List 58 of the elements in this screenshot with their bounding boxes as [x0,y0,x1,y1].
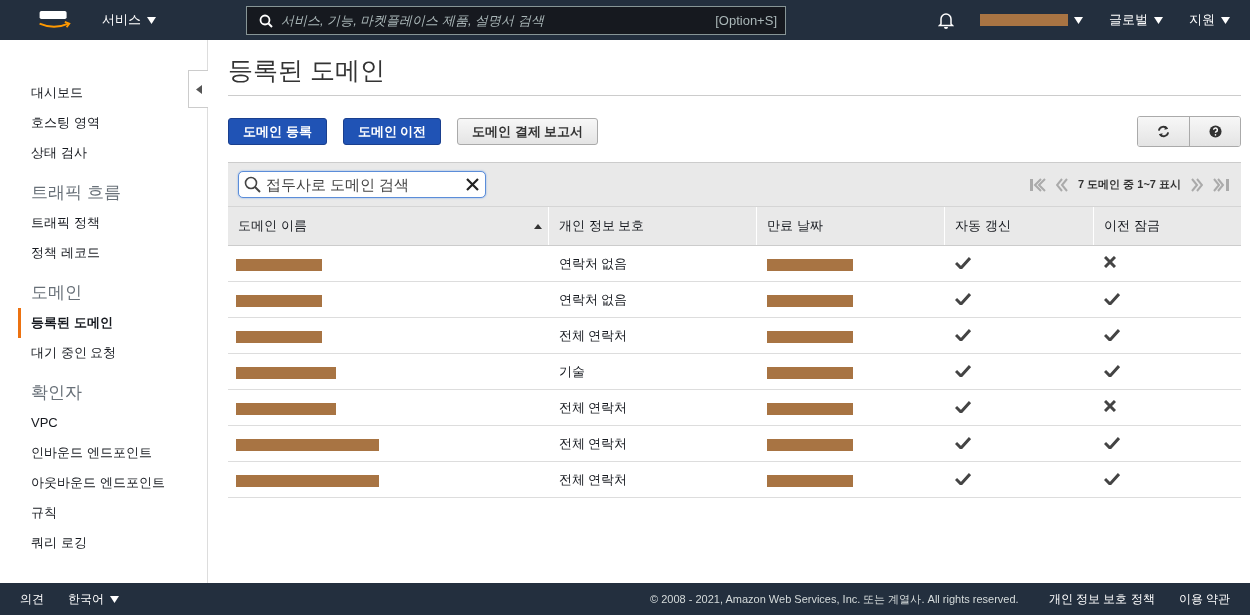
clear-icon[interactable] [466,178,479,191]
services-menu[interactable]: 서비스 [102,11,156,29]
table-cell: 기술 [548,353,757,390]
filter-field[interactable]: 접두사로 도메인 검색 [238,171,486,198]
collapse-sidebar-button[interactable] [188,70,208,108]
footer-link[interactable]: 이용 약관 [1178,590,1230,608]
table-cell: 전체 연락처 [548,389,757,426]
table-cell: 전체 연락처 [548,317,757,354]
column-header[interactable]: 만료 날짜 [756,206,945,246]
sidebar-item[interactable]: 호스팅 영역 [18,108,130,138]
help-icon [1208,125,1222,138]
column-header[interactable]: 이전 잠금 [1093,206,1241,246]
sidebar-item[interactable]: VPC [18,408,88,438]
shortcut-hint: [Option+S] [715,12,777,28]
sidebar-item[interactable]: 쿼리 로깅 [18,528,117,558]
sidebar-item[interactable]: 등록된 도메인 [18,308,143,338]
sidebar-item[interactable]: 아웃바운드 엔드포인트 [18,468,195,498]
caret-down-icon [147,16,156,24]
bell-icon[interactable] [938,11,954,29]
refresh-button[interactable] [1138,117,1189,146]
sidebar-item[interactable]: 인바운드 엔드포인트 [18,438,182,468]
search-icon [259,13,273,28]
table-cell: 전체 연락처 [548,425,757,462]
table-cell: 연락처 없음 [548,281,757,318]
refresh-icon [1157,125,1170,138]
sidebar-item[interactable]: 대기 중인 요청 [18,338,147,368]
sort-ascending-icon [534,224,542,229]
column-header[interactable]: 자동 갱신 [944,206,1094,246]
language-menu[interactable]: 한국어 [68,590,119,608]
sidebar-item[interactable]: 트래픽 정책 [18,208,130,238]
section-heading: 확인자 [30,382,83,404]
caret-down-icon [110,595,119,603]
caret-down-icon [1221,16,1230,24]
caret-down-icon [1154,16,1163,24]
table-cell: 전체 연락처 [548,461,757,498]
help-button[interactable] [1189,117,1240,146]
page-title: 등록된 도메인 [228,54,1241,96]
sidebar-item[interactable]: 대시보드 [18,78,113,108]
support-menu[interactable]: 지원 [1189,11,1230,29]
sidebar-item[interactable]: 상태 검사 [18,138,117,168]
caret-down-icon [1074,16,1083,24]
caret-left-icon [195,84,202,94]
column-header[interactable]: 개인 정보 보호 [548,206,757,246]
sidebar-item[interactable]: 규칙 [18,498,87,528]
region-menu[interactable]: 글로벌 [1109,11,1163,29]
section-heading: 트래픽 흐름 [30,182,122,204]
sidebar-item[interactable]: 정책 레코드 [18,238,130,268]
section-heading: 도메인 [30,282,83,304]
action-button[interactable]: 도메인 이전 [342,118,442,145]
feedback-link[interactable]: 의견 [20,590,44,608]
pagination-label: 7 도메인 중 1~7 표시 [1078,177,1181,192]
footer-link[interactable]: 개인 정보 보호 정책 [1048,590,1155,608]
search-icon [244,176,261,193]
table-cell: 연락처 없음 [548,245,757,282]
action-button[interactable]: 도메인 결제 보고서 [457,118,599,145]
column-header[interactable]: 도메인 이름 [228,206,549,246]
copyright-text: © 2008 - 2021, Amazon Web Services, Inc. 또는 계열사. All rights reserved. [650,591,1019,607]
action-button[interactable]: 도메인 등록 [228,118,327,145]
